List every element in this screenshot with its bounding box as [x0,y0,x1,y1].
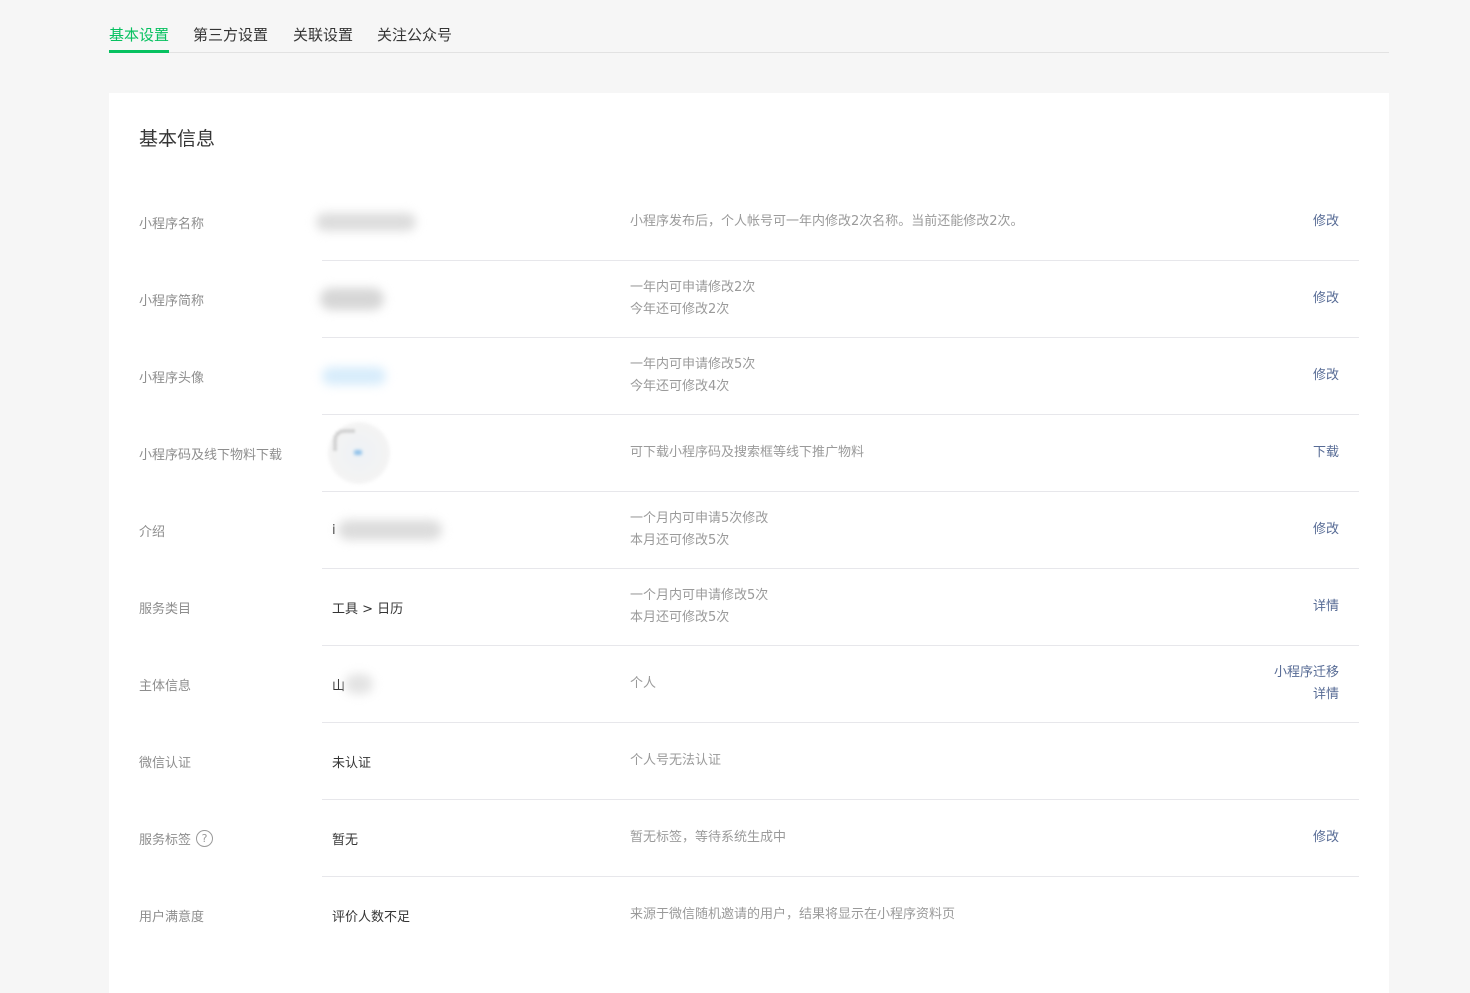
row-desc: 可下载小程序码及搜索框等线下推广物料 [630,415,864,491]
row-label: 主体信息 [139,678,192,694]
desc-line: 可下载小程序码及搜索框等线下推广物料 [630,445,865,460]
row-mini-program-short-name: 小程序简称 一年内可申请修改2次 今年还可修改2次 修改 [139,261,1359,338]
row-label: 小程序简称 [139,293,205,309]
desc-line: 个人 [630,676,657,691]
row-label: 服务类目 [139,601,192,617]
row-label: 小程序名称 [139,216,205,232]
desc-line: 一个月内可申请5次修改 [630,511,769,526]
row-label: 微信认证 [139,755,192,771]
desc-line: 来源于微信随机邀请的用户，结果将显示在小程序资料页 [630,907,956,922]
desc-line: 个人号无法认证 [630,753,722,768]
mini-program-code-icon[interactable] [328,422,390,484]
basic-info-card: 基本信息 小程序名称 小程序发布后，个人帐号可一年内修改2次名称。当前还能修改2… [109,93,1389,993]
tab-third-party-settings[interactable]: 第三方设置 [193,25,268,45]
modify-tags-link[interactable]: 修改 [1313,827,1339,849]
row-actions: 修改 [1313,184,1339,260]
row-value: 工具 > 日历 [332,601,404,617]
redacted-avatar[interactable] [322,367,386,385]
row-desc: 来源于微信随机邀请的用户，结果将显示在小程序资料页 [630,877,955,953]
row-wechat-verification: 微信认证 未认证 个人号无法认证 [139,723,1359,800]
row-qrcode-download: 小程序码及线下物料下载 可下载小程序码及搜索框等线下推广物料 下载 [139,415,1359,492]
redacted-subject [345,674,374,694]
migrate-mini-program-link[interactable]: 小程序迁移 [1274,662,1339,684]
row-value: 暂无 [332,832,359,848]
row-subject-info: 主体信息 山 个人 小程序迁移 详情 [139,646,1359,723]
desc-line: 今年还可修改4次 [630,379,730,394]
row-value: 未认证 [332,755,372,771]
row-actions: 修改 [1313,338,1339,414]
redacted-short-name [320,288,384,310]
service-tags-label: 服务标签 [139,832,192,848]
modify-short-name-link[interactable]: 修改 [1313,288,1339,310]
row-desc: 个人号无法认证 [630,723,721,799]
category-details-link[interactable]: 详情 [1313,596,1339,618]
row-actions: 小程序迁移 详情 [1274,646,1339,722]
row-value: i [332,492,442,568]
row-mini-program-name: 小程序名称 小程序发布后，个人帐号可一年内修改2次名称。当前还能修改2次。 修改 [139,184,1359,261]
redacted-intro [337,520,442,540]
row-service-category: 服务类目 工具 > 日历 一个月内可申请修改5次 本月还可修改5次 详情 [139,569,1359,646]
row-label: 小程序码及线下物料下载 [139,447,283,463]
desc-line: 本月还可修改5次 [630,610,730,625]
redacted-name [316,213,416,231]
row-value [320,261,384,337]
row-actions: 下载 [1313,415,1339,491]
row-value [316,184,416,260]
desc-line: 暂无标签，等待系统生成中 [630,830,787,845]
modify-avatar-link[interactable]: 修改 [1313,365,1339,387]
row-value: 评价人数不足 [332,909,411,925]
row-user-satisfaction: 用户满意度 评价人数不足 来源于微信随机邀请的用户，结果将显示在小程序资料页 [139,877,1359,954]
tab-basic-settings[interactable]: 基本设置 [109,25,170,53]
intro-first-char: i [332,522,336,538]
row-service-tags: 服务标签 ? 暂无 暂无标签，等待系统生成中 修改 [139,800,1359,877]
subject-details-link[interactable]: 详情 [1313,684,1339,706]
row-mini-program-avatar: 小程序头像 一年内可申请修改5次 今年还可修改4次 修改 [139,338,1359,415]
row-actions: 修改 [1313,261,1339,337]
row-label: 用户满意度 [139,909,205,925]
row-desc: 一个月内可申请5次修改 本月还可修改5次 [630,492,768,568]
row-desc: 暂无标签，等待系统生成中 [630,800,786,876]
row-actions: 修改 [1313,800,1339,876]
tab-bar: 基本设置 第三方设置 关联设置 关注公众号 [109,0,1389,53]
download-link[interactable]: 下载 [1313,442,1339,464]
row-label: 介绍 [139,524,166,540]
desc-line: 本月还可修改5次 [630,533,730,548]
row-desc: 个人 [630,646,656,722]
row-desc: 一个月内可申请修改5次 本月还可修改5次 [630,569,768,645]
desc-line: 一年内可申请修改2次 [630,280,756,295]
desc-line: 一个月内可申请修改5次 [630,588,769,603]
question-circle-icon[interactable]: ? [196,829,214,847]
row-introduction: 介绍 i 一个月内可申请5次修改 本月还可修改5次 修改 [139,492,1359,569]
row-desc: 小程序发布后，个人帐号可一年内修改2次名称。当前还能修改2次。 [630,184,1024,260]
desc-line: 小程序发布后，个人帐号可一年内修改2次名称。当前还能修改2次。 [630,214,1024,229]
row-desc: 一年内可申请修改5次 今年还可修改4次 [630,338,755,414]
row-actions: 详情 [1313,569,1339,645]
row-value: 山 [332,646,374,722]
row-desc: 一年内可申请修改2次 今年还可修改2次 [630,261,755,337]
modify-intro-link[interactable]: 修改 [1313,519,1339,541]
card-title: 基本信息 [139,128,216,150]
subject-first-char: 山 [332,678,346,694]
row-value [328,415,390,491]
desc-line: 一年内可申请修改5次 [630,357,756,372]
tab-related-settings[interactable]: 关联设置 [293,25,353,45]
row-value [322,338,386,414]
row-label: 服务标签 ? [139,800,214,876]
row-actions: 修改 [1313,492,1339,568]
tab-follow-official-account[interactable]: 关注公众号 [377,25,452,45]
row-label: 小程序头像 [139,370,205,386]
desc-line: 今年还可修改2次 [630,302,730,317]
modify-name-link[interactable]: 修改 [1313,211,1339,233]
